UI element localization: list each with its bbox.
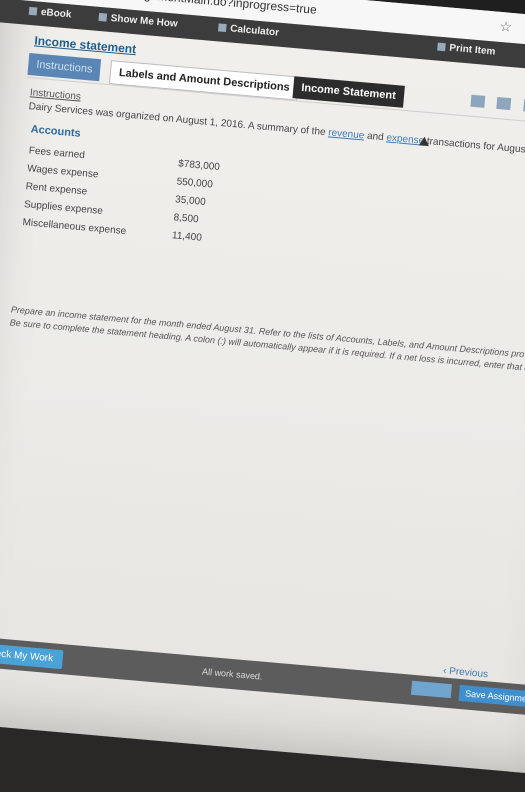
view-controls xyxy=(462,93,525,117)
revenue-link[interactable]: revenue xyxy=(328,127,365,141)
page-title: Income statement xyxy=(33,33,137,57)
show-me-how-button[interactable]: Show Me How xyxy=(98,12,178,30)
play-icon xyxy=(98,13,108,22)
instructions-heading: Instructions xyxy=(29,87,82,103)
account-amount: 550,000 xyxy=(176,176,214,191)
instructions-text: Dairy Services was organized on August 1… xyxy=(28,101,525,159)
bookmark-star-icon[interactable]: ☆ xyxy=(499,18,513,36)
calculator-button[interactable]: Calculator xyxy=(217,22,279,39)
account-label: Fees earned xyxy=(28,145,86,162)
split-view-icon[interactable] xyxy=(470,94,486,108)
book-icon xyxy=(28,7,38,16)
account-label: Miscellaneous expense xyxy=(22,217,127,238)
account-amount: 8,500 xyxy=(173,212,199,226)
photographed-screen: + ssignment/takeAssignmentMain.do?inprog… xyxy=(0,0,525,776)
tab-labels[interactable]: Labels and Amount Descriptions xyxy=(108,60,300,101)
print-item-button[interactable]: Print Item xyxy=(437,42,496,58)
problem-tabs: Instructions Labels and Amount Descripti… xyxy=(27,53,405,108)
grid-view-icon[interactable] xyxy=(496,96,512,111)
account-amount: 11,400 xyxy=(171,230,203,244)
account-amount: $783,000 xyxy=(177,158,221,174)
account-label: Rent expense xyxy=(25,181,88,198)
calculator-icon xyxy=(217,23,227,33)
account-amount: 35,000 xyxy=(174,194,207,208)
printer-icon xyxy=(437,42,446,52)
account-label: Supplies expense xyxy=(23,199,104,217)
account-row: Fees earned $783,000 xyxy=(28,145,238,173)
accounts-heading: Accounts xyxy=(30,123,82,140)
ebook-button[interactable]: eBook xyxy=(28,6,72,21)
account-label: Wages expense xyxy=(26,163,99,181)
mouse-cursor-icon xyxy=(418,136,430,147)
account-row: Miscellaneous expense 11,400 xyxy=(22,217,232,244)
tab-income-statement[interactable]: Income Statement xyxy=(292,76,405,108)
